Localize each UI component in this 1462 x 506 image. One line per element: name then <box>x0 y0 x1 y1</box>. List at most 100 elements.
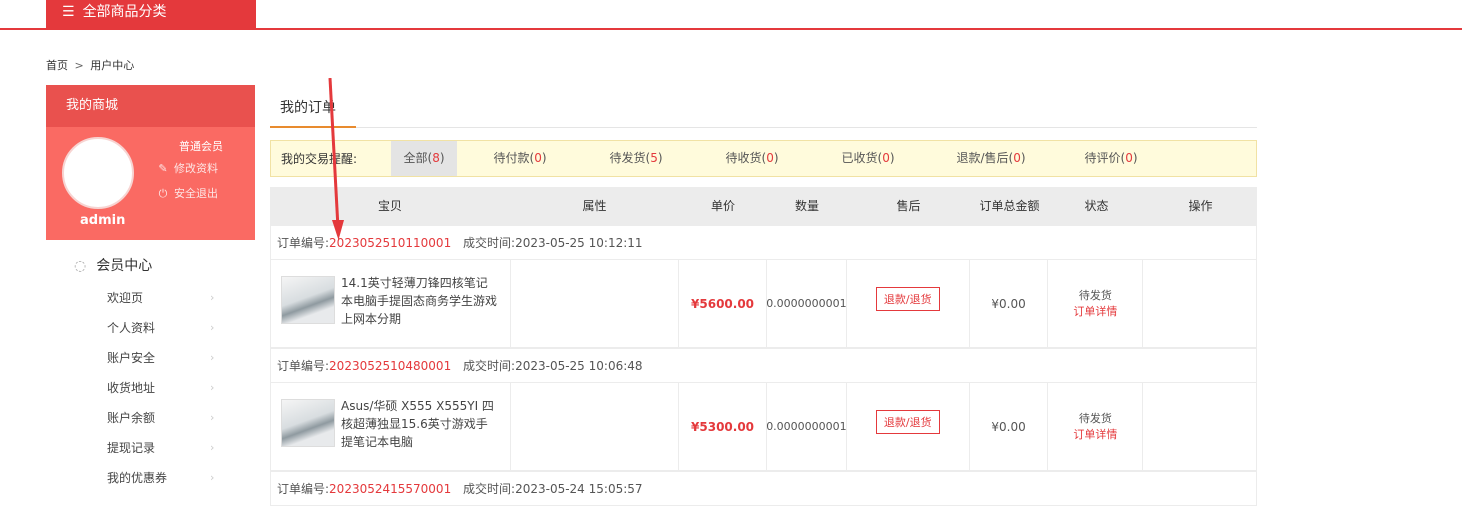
breadcrumb-home[interactable]: 首页 <box>46 59 68 72</box>
power-icon: ⏻ <box>158 187 168 200</box>
attribute-cell <box>511 260 680 347</box>
tab-count: 8 <box>432 151 440 165</box>
table-row: 14.1英寸轻薄刀锋四核笔记本电脑手提固态商务学生游戏上网本分期 ¥5600.0… <box>270 260 1257 348</box>
status-bar-label: 我的交易提醒: <box>281 152 358 166</box>
after-sale-cell: 退款/退货 <box>847 260 970 347</box>
sidebar-item-label: 我的优惠券 <box>107 471 168 485</box>
order-header-row: 订单编号:2023052415570001 成交时间:2023-05-24 15… <box>270 471 1257 506</box>
tab-count: 0 <box>1013 151 1021 165</box>
refund-button[interactable]: 退款/退货 <box>875 409 940 434</box>
breadcrumb-separator: > <box>74 59 84 72</box>
orders-panel: 我的订单 我的交易提醒: 全部(8) 待付款(0) 待发货(5) 待收货(0) … <box>270 85 1257 506</box>
chat-bubble-icon: ◌ <box>74 258 87 274</box>
tab-count: 0 <box>534 151 542 165</box>
product-name[interactable]: 14.1英寸轻薄刀锋四核笔记本电脑手提固态商务学生游戏上网本分期 <box>341 274 500 333</box>
breadcrumb: 首页 > 用户中心 <box>46 57 134 73</box>
tab-label: 待发货 <box>609 151 646 165</box>
order-detail-link[interactable]: 订单详情 <box>1073 427 1117 443</box>
chevron-right-icon: › <box>210 411 215 424</box>
order-number[interactable]: 2023052415570001 <box>329 482 451 496</box>
chevron-right-icon: › <box>210 441 215 454</box>
unit-price: ¥5300.00 <box>679 383 767 470</box>
sidebar-item-label: 提现记录 <box>107 441 156 455</box>
tab-refund[interactable]: 退款/售后(0) <box>921 141 1061 176</box>
operation-cell <box>1143 260 1256 347</box>
column-header: 状态 <box>1084 199 1109 213</box>
tab-label: 退款/售后 <box>956 151 1009 165</box>
tab-received[interactable]: 已收货(0) <box>815 141 921 176</box>
all-categories-button[interactable]: ☰ 全部商品分类 <box>46 0 256 28</box>
column-header: 售后 <box>896 199 921 213</box>
user-card: admin 普通会员 ✎ 修改资料 ⏻ 安全退出 <box>46 127 255 240</box>
status-cell: 待发货 订单详情 <box>1048 383 1144 470</box>
menu-icon: ☰ <box>62 4 75 20</box>
status-text: 待发货 <box>1078 411 1112 425</box>
member-center-heading: ◌ 会员中心 <box>46 254 255 278</box>
order-total: ¥0.00 <box>970 260 1049 347</box>
sidebar-item-withdrawals[interactable]: 提现记录 › <box>46 433 255 463</box>
order-number-label: 订单编号: <box>277 482 330 496</box>
product-cell: Asus/华硕 X555 X555YI 四核超薄独显15.6英寸游戏手提笔记本电… <box>271 383 511 470</box>
tab-count: 0 <box>1125 151 1133 165</box>
attribute-cell <box>511 383 680 470</box>
column-header: 属性 <box>582 199 607 213</box>
logout-label: 安全退出 <box>174 187 218 200</box>
table-row: Asus/华硕 X555 X555YI 四核超薄独显15.6英寸游戏手提笔记本电… <box>270 383 1257 471</box>
tab-pending-payment[interactable]: 待付款(0) <box>457 141 583 176</box>
deal-time: 2023-05-24 15:05:57 <box>515 482 643 496</box>
product-thumbnail[interactable] <box>281 399 335 447</box>
tab-pending-receipt[interactable]: 待收货(0) <box>689 141 815 176</box>
chevron-right-icon: › <box>210 351 215 364</box>
tab-label: 待收货 <box>725 151 762 165</box>
member-center-label: 会员中心 <box>96 258 153 274</box>
order-number[interactable]: 2023052510110001 <box>329 236 451 250</box>
deal-time: 2023-05-25 10:06:48 <box>515 359 643 373</box>
page-title-bar: 我的订单 <box>270 85 1257 128</box>
column-header: 操作 <box>1188 199 1213 213</box>
product-name[interactable]: Asus/华硕 X555 X555YI 四核超薄独显15.6英寸游戏手提笔记本电… <box>341 397 500 456</box>
sidebar-menu: 欢迎页 › 个人资料 › 账户安全 › 收货地址 › 账户余额 › 提现记录 › 我的优惠券… <box>46 283 255 493</box>
username: admin <box>80 213 126 228</box>
avatar[interactable] <box>62 137 134 209</box>
column-header: 单价 <box>710 199 735 213</box>
sidebar-item-label: 收货地址 <box>107 381 156 395</box>
sidebar-item-label: 账户余额 <box>107 411 156 425</box>
product-thumbnail[interactable] <box>281 276 335 324</box>
tab-label: 已收货 <box>841 151 878 165</box>
sidebar-item-profile[interactable]: 个人资料 › <box>46 313 255 343</box>
order-number[interactable]: 2023052510480001 <box>329 359 451 373</box>
sidebar-item-coupons[interactable]: 我的优惠券 › <box>46 463 255 493</box>
member-level: 普通会员 <box>179 140 223 153</box>
deal-time-label: 成交时间: <box>463 236 516 250</box>
all-categories-label: 全部商品分类 <box>82 4 167 20</box>
tab-all[interactable]: 全部(8) <box>391 141 457 176</box>
order-number-label: 订单编号: <box>277 359 330 373</box>
logout-link[interactable]: ⏻ 安全退出 <box>156 185 218 201</box>
tab-pending-review[interactable]: 待评价(0) <box>1061 141 1161 176</box>
sidebar-item-label: 账户安全 <box>107 351 156 365</box>
sidebar-item-address[interactable]: 收货地址 › <box>46 373 255 403</box>
sidebar-title: 我的商城 <box>46 85 255 127</box>
status-text: 待发货 <box>1078 288 1112 302</box>
edit-profile-link[interactable]: ✎ 修改资料 <box>156 160 218 176</box>
order-number-label: 订单编号: <box>277 236 330 250</box>
order-detail-link[interactable]: 订单详情 <box>1073 304 1117 320</box>
top-bar: ☰ 全部商品分类 <box>0 0 1462 30</box>
tab-count: 0 <box>882 151 890 165</box>
quantity: 0.0000000001 <box>766 260 847 347</box>
after-sale-cell: 退款/退货 <box>847 383 970 470</box>
column-header: 宝贝 <box>377 199 402 213</box>
chevron-right-icon: › <box>210 291 215 304</box>
order-header-row: 订单编号:2023052510110001 成交时间:2023-05-25 10… <box>270 225 1257 260</box>
tab-pending-shipment[interactable]: 待发货(5) <box>583 141 689 176</box>
order-header-row: 订单编号:2023052510480001 成交时间:2023-05-25 10… <box>270 348 1257 383</box>
sidebar-item-security[interactable]: 账户安全 › <box>46 343 255 373</box>
page-title: 我的订单 <box>280 100 336 116</box>
tab-count: 0 <box>766 151 774 165</box>
order-table-header: 宝贝 属性 单价 数量 售后 订单总金额 状态 操作 <box>270 187 1257 225</box>
sidebar-item-welcome[interactable]: 欢迎页 › <box>46 283 255 313</box>
chevron-right-icon: › <box>210 381 215 394</box>
refund-button[interactable]: 退款/退货 <box>875 286 940 311</box>
sidebar-item-balance[interactable]: 账户余额 › <box>46 403 255 433</box>
deal-time-label: 成交时间: <box>463 482 516 496</box>
